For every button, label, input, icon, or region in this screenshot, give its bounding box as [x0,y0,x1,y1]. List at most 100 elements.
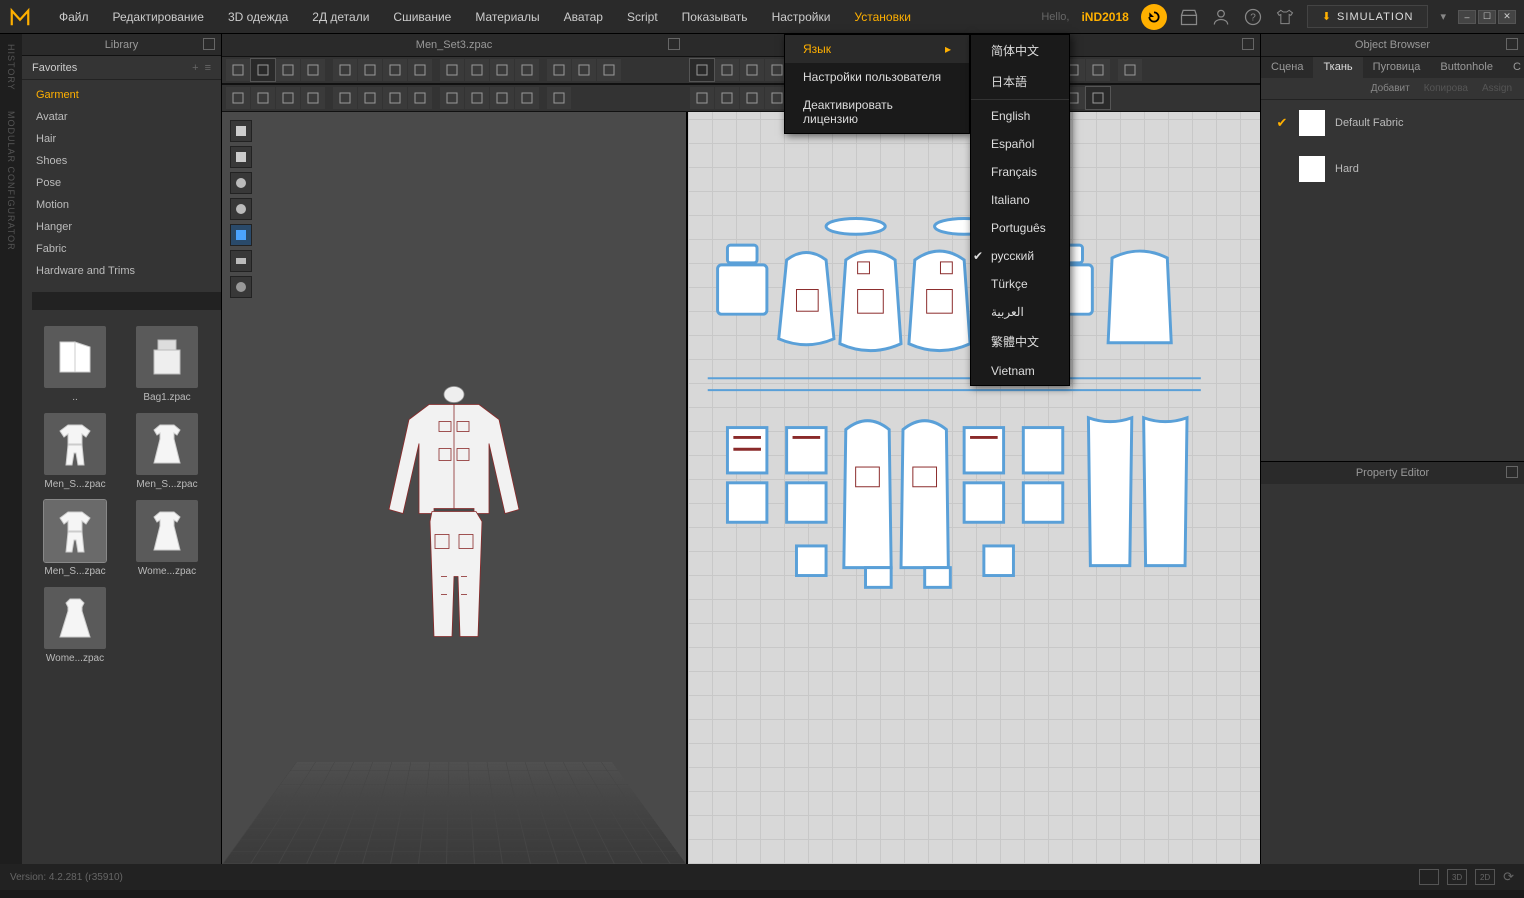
menu-Показывать[interactable]: Показывать [670,2,760,32]
menu-Сшивание[interactable]: Сшивание [381,2,463,32]
toolbar3db-tool-9[interactable] [465,87,489,109]
lang-item-Vietnam[interactable]: Vietnam [971,357,1069,385]
vp-mode-5[interactable] [230,224,252,246]
lang-item-繁體中文[interactable]: 繁體中文 [971,326,1069,357]
toolbar3db-tool-8[interactable] [440,87,464,109]
toolbar3d-tool-5[interactable] [358,59,382,81]
toolbar3db-tool-7[interactable] [408,87,432,109]
toolbar3db-tool-12[interactable] [547,87,571,109]
thumb-Men_S...zpac[interactable]: Men_S...zpac [128,413,206,490]
toolbar3db-tool-0[interactable] [226,87,250,109]
category-hanger[interactable]: Hanger [22,216,221,238]
favorites-row[interactable]: Favorites + ≡ [22,56,221,80]
lang-item-简体中文[interactable]: 简体中文 [971,35,1069,66]
category-motion[interactable]: Motion [22,194,221,216]
category-pose[interactable]: Pose [22,172,221,194]
toolbar3db-tool-4[interactable] [333,87,357,109]
ob-tab-Пуговица[interactable]: Пуговица [1363,57,1431,78]
thumb-Wome...zpac[interactable]: Wome...zpac [36,587,114,664]
category-garment[interactable]: Garment [22,84,221,106]
statusbar-box-1[interactable] [1419,869,1439,885]
lang-item-русский[interactable]: ✔русский [971,242,1069,270]
statusbar-box-3[interactable]: 2D [1475,869,1495,885]
toolbar3d-tool-13[interactable] [572,59,596,81]
settings-item-Настройки пользователя[interactable]: Настройки пользователя [785,63,969,91]
toolbar3db-tool-3[interactable] [301,87,325,109]
menu-Редактирование[interactable]: Редактирование [101,2,216,32]
toolbar2db-tool-2[interactable] [740,87,764,109]
toolbar3d-tool-8[interactable] [440,59,464,81]
statusbar-refresh-icon[interactable]: ⟳ [1503,869,1514,885]
ob-tab-Сцена[interactable]: Сцена [1261,57,1313,78]
menu-Файл[interactable]: Файл [47,2,101,32]
toolbar2db-tool-1[interactable] [715,87,739,109]
category-avatar[interactable]: Avatar [22,106,221,128]
category-fabric[interactable]: Fabric [22,238,221,260]
library-popout-icon[interactable] [203,38,215,50]
action-add[interactable]: Добавит [1365,81,1416,96]
lang-item-Türkçe[interactable]: Türkçe [971,270,1069,298]
tshirt-icon[interactable] [1275,7,1295,27]
toolbar2db-tool-0[interactable] [690,87,714,109]
toolbar2d-tool-0[interactable] [690,59,714,81]
toolbar2d-tool-2[interactable] [740,59,764,81]
property-editor-popout-icon[interactable] [1506,466,1518,478]
toolbar3d-tool-4[interactable] [333,59,357,81]
vp-mode-6[interactable] [230,250,252,272]
side-tab-modular[interactable]: MODULAR CONFIGURATOR [6,111,16,251]
lang-item-Español[interactable]: Español [971,130,1069,158]
vp-mode-7[interactable] [230,276,252,298]
help-icon[interactable]: ? [1243,7,1263,27]
sync-button[interactable] [1141,4,1167,30]
category-hardware-and-trims[interactable]: Hardware and Trims [22,260,221,282]
thumb-Bag1.zpac[interactable]: Bag1.zpac [128,326,206,403]
toolbar3d-tool-12[interactable] [547,59,571,81]
thumb-Men_S...zpac[interactable]: Men_S...zpac [36,500,114,577]
toolbar3d-tool-1[interactable] [251,59,275,81]
toolbar3db-tool-2[interactable] [276,87,300,109]
favorites-add-icon[interactable]: + [192,62,198,74]
menu-Script[interactable]: Script [615,2,670,32]
lang-item-English[interactable]: English [971,102,1069,130]
vp-mode-2[interactable] [230,146,252,168]
simulation-dropdown-icon[interactable]: ▾ [1440,10,1446,23]
toolbar3d-tool-9[interactable] [465,59,489,81]
side-tab-history[interactable]: HISTORY [6,44,16,91]
close-button[interactable]: ✕ [1498,10,1516,24]
statusbar-box-2[interactable]: 3D [1447,869,1467,885]
object-browser-popout-icon[interactable] [1506,38,1518,50]
toolbar2db-tool-15[interactable] [1086,87,1110,109]
toolbar3d-tool-14[interactable] [597,59,621,81]
vp-mode-4[interactable] [230,198,252,220]
menu-Аватар[interactable]: Аватар [552,2,615,32]
toolbar3d-tool-11[interactable] [515,59,539,81]
thumb-Men_S...zpac[interactable]: Men_S...zpac [36,413,114,490]
thumb-Wome...zpac[interactable]: Wome...zpac [128,500,206,577]
doc-popout-3d-icon[interactable] [668,38,680,50]
lang-item-日本語[interactable]: 日本語 [971,66,1069,97]
vp-mode-3[interactable] [230,172,252,194]
toolbar3d-tool-6[interactable] [383,59,407,81]
lang-item-Português[interactable]: Português [971,214,1069,242]
fabric-row-default-fabric[interactable]: ✔Default Fabric [1261,100,1524,146]
menu-2Д детали[interactable]: 2Д детали [300,2,381,32]
toolbar2d-tool-1[interactable] [715,59,739,81]
account-icon[interactable] [1211,7,1231,27]
toolbar3d-tool-2[interactable] [276,59,300,81]
ob-tab-Ткань[interactable]: Ткань [1313,57,1362,78]
thumb-..[interactable]: .. [36,326,114,403]
lang-item-Italiano[interactable]: Italiano [971,186,1069,214]
menu-Настройки[interactable]: Настройки [760,2,843,32]
category-shoes[interactable]: Shoes [22,150,221,172]
toolbar2d-tool-15[interactable] [1086,59,1110,81]
toolbar3d-tool-10[interactable] [490,59,514,81]
menu-Материалы[interactable]: Материалы [463,2,551,32]
toolbar3db-tool-1[interactable] [251,87,275,109]
search-input[interactable] [32,292,221,310]
settings-item-Деактивировать лицензию[interactable]: Деактивировать лицензию [785,91,969,133]
fabric-row-hard[interactable]: Hard [1261,146,1524,192]
document-tab-3d[interactable]: Men_Set3.zpac [222,34,686,56]
store-icon[interactable] [1179,7,1199,27]
favorites-menu-icon[interactable]: ≡ [205,62,211,74]
toolbar3d-tool-3[interactable] [301,59,325,81]
